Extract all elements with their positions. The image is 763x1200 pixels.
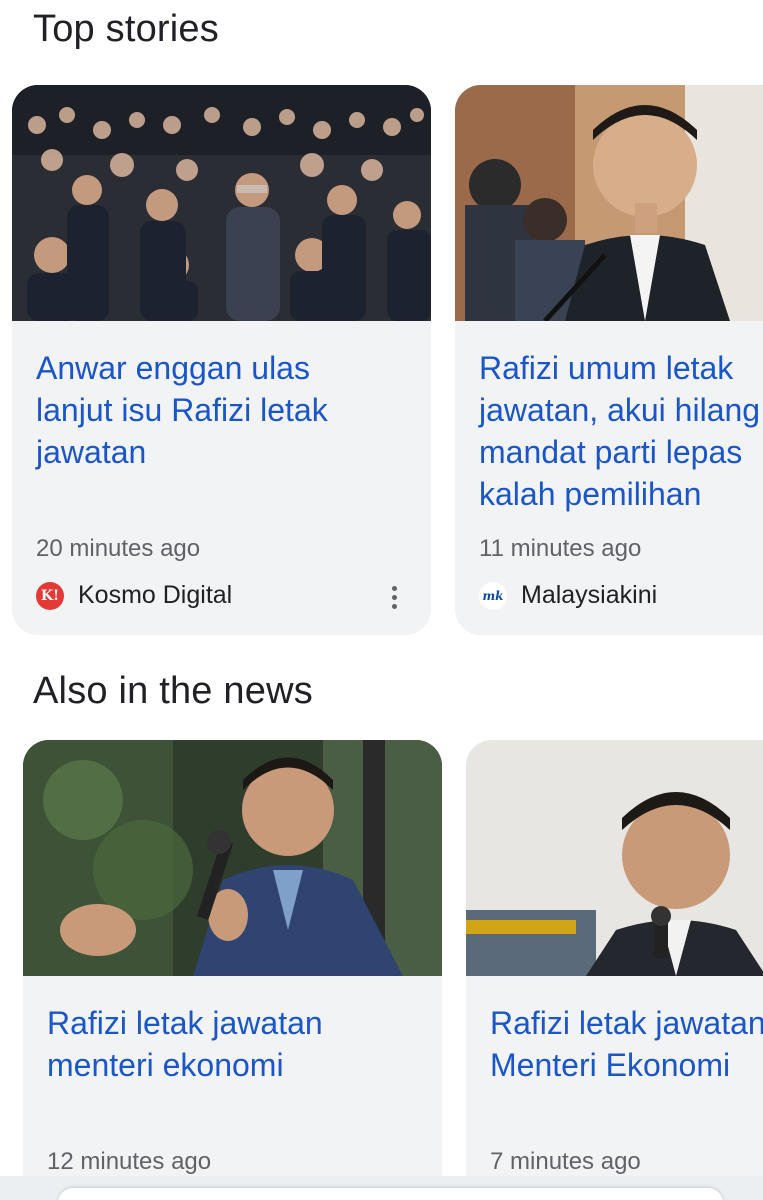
story-timestamp: 12 minutes ago	[47, 1148, 212, 1175]
story-source: mk Malaysiakini	[479, 581, 657, 610]
kosmo-logo-icon: K!	[36, 581, 64, 610]
more-options-button[interactable]	[376, 577, 412, 617]
headline-line[interactable]: Rafizi letak jawatan	[47, 1002, 323, 1044]
headline-line[interactable]: Anwar enggan ulas	[36, 347, 328, 389]
more-vert-icon-dot	[391, 594, 397, 600]
story-timestamp: 20 minutes ago	[36, 535, 201, 562]
crowd-photo	[12, 85, 431, 321]
speaker-closeup-photo	[466, 740, 763, 976]
news-page: Top stories Anwar enggan ulas lanjut isu…	[0, 0, 763, 1200]
story-headline[interactable]: Rafizi letak jawatan Menteri Ekonomi	[490, 1002, 763, 1086]
story-thumbnail[interactable]	[23, 740, 442, 976]
story-thumbnail[interactable]	[12, 85, 431, 321]
bottom-bar	[0, 1176, 763, 1200]
headline-line[interactable]: menteri ekonomi	[47, 1044, 323, 1086]
story-headline[interactable]: Rafizi letak jawatan menteri ekonomi	[47, 1002, 323, 1086]
story-source: K! Kosmo Digital	[36, 581, 232, 610]
source-name: Kosmo Digital	[78, 581, 233, 609]
story-timestamp: 11 minutes ago	[479, 535, 642, 562]
headline-line[interactable]: lanjut isu Rafizi letak	[36, 389, 328, 431]
story-timestamp: 7 minutes ago	[490, 1148, 641, 1175]
section-title-top-stories: Top stories	[33, 8, 219, 50]
headline-line[interactable]: jawatan	[36, 431, 328, 473]
story-thumbnail[interactable]	[455, 85, 763, 321]
source-name: Malaysiakini	[521, 581, 658, 609]
headline-line[interactable]: Rafizi letak jawatan	[490, 1002, 763, 1044]
headline-line[interactable]: Rafizi umum letak	[479, 347, 760, 389]
bottom-search-pill[interactable]	[58, 1188, 723, 1200]
headline-line[interactable]: mandat parti lepas	[479, 431, 760, 473]
more-vert-icon	[391, 585, 397, 591]
more-vert-icon-dot	[391, 603, 397, 609]
story-headline[interactable]: Anwar enggan ulas lanjut isu Rafizi leta…	[36, 347, 328, 473]
story-headline[interactable]: Rafizi umum letak jawatan, akui hilang m…	[479, 347, 760, 515]
story-card[interactable]: Rafizi umum letak jawatan, akui hilang m…	[455, 85, 763, 635]
story-card[interactable]: Rafizi letak jawatan Menteri Ekonomi 7 m…	[466, 740, 763, 1200]
story-thumbnail[interactable]	[466, 740, 763, 976]
headline-line[interactable]: kalah pemilihan	[479, 473, 760, 515]
headline-line[interactable]: jawatan, akui hilang	[479, 389, 760, 431]
speaker-microphone-photo	[23, 740, 442, 976]
story-card[interactable]: Rafizi letak jawatan menteri ekonomi 12 …	[23, 740, 442, 1200]
section-title-also-in-news: Also in the news	[33, 670, 313, 712]
speaker-podium-photo	[455, 85, 763, 321]
headline-line[interactable]: Menteri Ekonomi	[490, 1044, 763, 1086]
story-card[interactable]: Anwar enggan ulas lanjut isu Rafizi leta…	[12, 85, 431, 635]
malaysiakini-logo-icon: mk	[479, 581, 507, 610]
